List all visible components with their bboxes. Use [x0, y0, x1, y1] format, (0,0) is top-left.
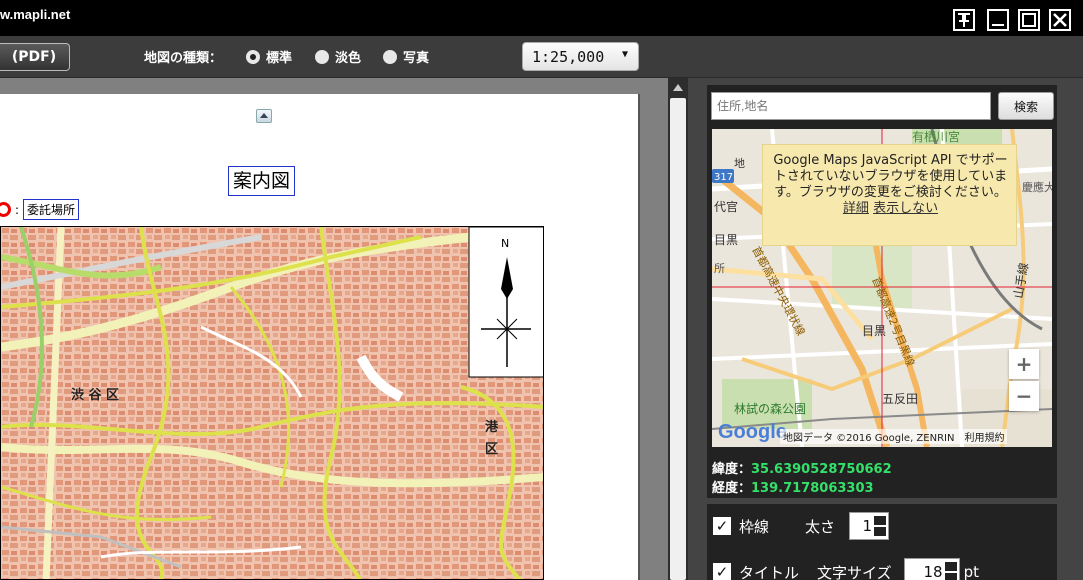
maximize-icon[interactable]: [1018, 9, 1040, 31]
pdf-button[interactable]: (PDF): [0, 43, 70, 71]
route-317-label: 317: [714, 172, 733, 183]
title-label: タイトル: [739, 563, 800, 580]
title-bar: w.mapli.net: [0, 0, 1083, 36]
font-size-label: 文字サイズ: [817, 563, 892, 580]
red-circle-icon: [0, 202, 11, 217]
legend-label[interactable]: 委託場所: [23, 199, 80, 220]
border-option-row: ✓ 枠線 太さ 1: [713, 512, 890, 540]
thickness-value: 1: [862, 517, 873, 535]
ward-minato-label-1: 港: [485, 419, 499, 435]
thickness-label: 太さ: [805, 517, 836, 536]
radio-dot-selected[interactable]: [246, 49, 260, 64]
document-area: 案内図 : 委託場所 N 渋 谷 区 港 区: [0, 78, 668, 580]
title-option-row: ✓ タイトル 文字サイズ 18 pt: [713, 558, 979, 580]
scale-select[interactable]: 1:25,000 ▼: [522, 42, 639, 71]
map-type-label: 地図の種類：: [144, 51, 223, 66]
google-logo: Google: [718, 421, 787, 443]
page-title[interactable]: 案内図: [228, 166, 296, 196]
border-checkbox[interactable]: ✓: [713, 517, 731, 535]
longitude-label: 経度：: [712, 481, 752, 496]
warning-link-hide[interactable]: 表示しない: [873, 201, 938, 216]
coordinates: 緯度：35.6390528750662 経度：139.7178063303: [712, 460, 892, 498]
font-size-unit: pt: [963, 563, 979, 580]
legend-colon: :: [15, 202, 20, 217]
font-size-value: 18: [923, 563, 943, 580]
radio-standard[interactable]: 標準: [246, 47, 292, 66]
close-icon[interactable]: [1049, 9, 1071, 31]
latitude-label: 緯度：: [712, 462, 752, 477]
vertical-scrollbar[interactable]: [668, 78, 688, 580]
map-label-meguro-station: 目黒: [862, 324, 886, 338]
browser-warning-banner: Google Maps JavaScript API でサポートされていないブラ…: [762, 144, 1017, 246]
radio-photo-label: 写真: [403, 51, 430, 66]
stepper-arrows-icon[interactable]: [944, 561, 957, 580]
map-attribution[interactable]: 地図データ ©2016 Google, ZENRIN 利用規約: [780, 429, 1008, 444]
scale-value: 1:25,000: [532, 47, 605, 66]
ward-minato-label-2: 区: [485, 442, 498, 457]
title-checkbox[interactable]: ✓: [713, 563, 731, 580]
thickness-stepper[interactable]: 1: [849, 512, 890, 540]
zoom-out-button[interactable]: −: [1009, 381, 1039, 411]
scroll-up-icon[interactable]: [673, 84, 683, 91]
radio-dot[interactable]: [315, 49, 329, 64]
map-label-rinshi: 林試の森公園: [734, 401, 806, 416]
radio-pale[interactable]: 淡色: [315, 47, 361, 66]
minimize-icon[interactable]: [987, 9, 1009, 31]
compass-north-label: N: [501, 237, 509, 250]
latitude-value: 35.6390528750662: [751, 462, 892, 477]
border-label: 枠線: [739, 517, 770, 536]
google-map[interactable]: 有栖川宮 代官 目黒 所 地 317 慶應大 目黒 五反田 林試の森公園 首都高…: [712, 129, 1052, 447]
stepper-arrows-icon[interactable]: [874, 515, 887, 537]
right-panel: 検索: [688, 78, 1083, 580]
print-page: 案内図 : 委託場所 N 渋 谷 区 港 区: [0, 94, 640, 580]
window-url: w.mapli.net: [0, 7, 71, 22]
address-search-input[interactable]: [711, 92, 991, 120]
topographic-map[interactable]: N 渋 谷 区 港 区: [0, 226, 544, 580]
radio-photo[interactable]: 写真: [383, 47, 429, 66]
chevron-down-icon: ▼: [621, 49, 628, 60]
zoom-in-button[interactable]: +: [1009, 349, 1039, 379]
radio-pale-label: 淡色: [335, 51, 362, 66]
collapse-up-button[interactable]: [256, 109, 272, 123]
search-button[interactable]: 検索: [998, 92, 1054, 120]
toolbar: (PDF) 地図の種類： 標準 淡色 写真 1:25,000 ▼: [0, 36, 1083, 78]
ward-shibuya-label: 渋 谷 区: [71, 387, 119, 403]
longitude-value: 139.7178063303: [751, 481, 874, 496]
map-label-chi: 地: [734, 157, 745, 170]
warning-link-detail[interactable]: 詳細: [843, 201, 869, 216]
pin-icon[interactable]: [953, 9, 975, 31]
map-label-sho: 所: [714, 262, 725, 275]
latitude-row: 緯度：35.6390528750662: [712, 460, 892, 479]
print-options-panel: ✓ 枠線 太さ 1 ✓ タイトル 文字サイズ 18 pt: [707, 504, 1057, 580]
radio-standard-label: 標準: [266, 51, 293, 66]
font-size-stepper[interactable]: 18: [903, 558, 960, 580]
location-panel: 検索: [707, 85, 1057, 498]
warning-text: Google Maps JavaScript API でサポートされていないブラ…: [773, 153, 1008, 200]
scroll-thumb[interactable]: [670, 98, 686, 580]
legend: : 委託場所: [0, 199, 80, 220]
map-label-arisugawa: 有栖川宮: [912, 129, 960, 144]
map-label-daikanyama: 代官: [714, 199, 738, 214]
map-label-gotanda: 五反田: [882, 392, 918, 406]
radio-dot[interactable]: [383, 49, 397, 64]
map-label-keio: 慶應大: [1022, 180, 1052, 194]
longitude-row: 経度：139.7178063303: [712, 479, 892, 498]
map-label-meguro-left: 目黒: [714, 233, 738, 247]
